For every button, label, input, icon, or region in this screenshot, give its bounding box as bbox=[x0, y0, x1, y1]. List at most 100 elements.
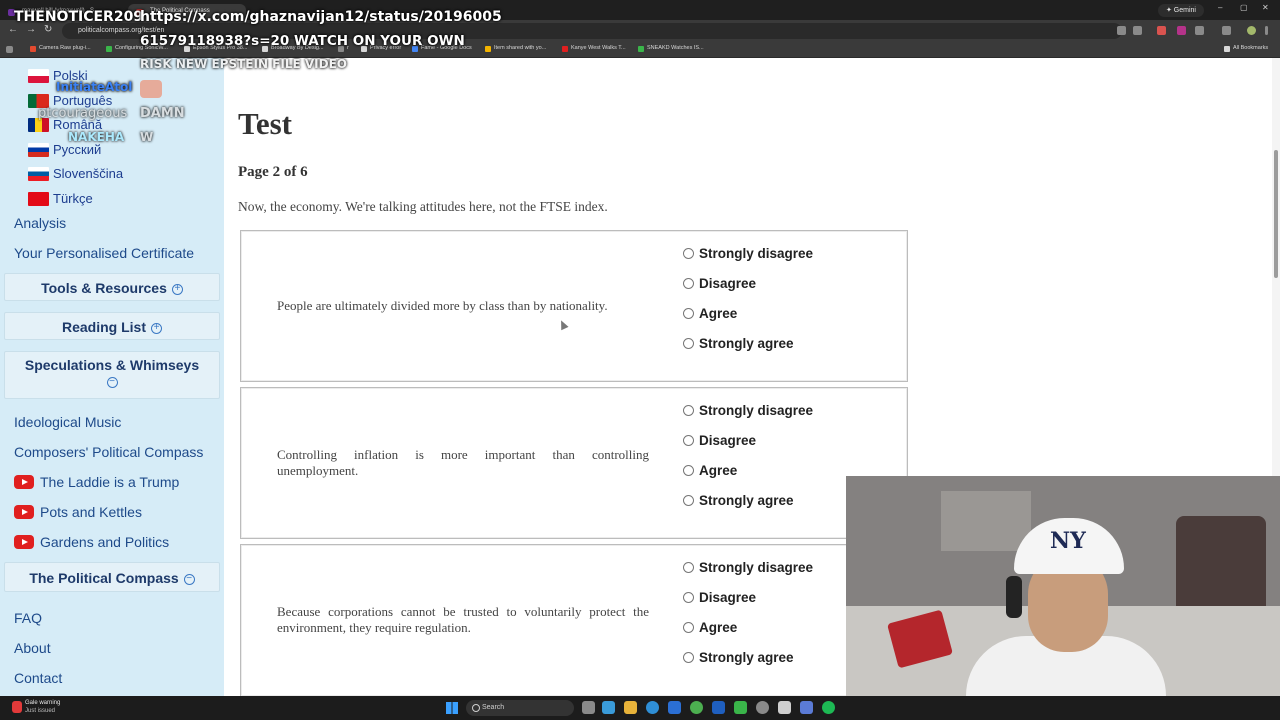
reload-icon[interactable]: ↻ bbox=[44, 25, 52, 35]
question-card: Because corporations cannot be trusted t… bbox=[240, 544, 908, 696]
weather-warning-subtitle: Just issued bbox=[25, 708, 56, 714]
scrollbar-thumb[interactable] bbox=[1274, 150, 1278, 278]
collapse-minus-icon[interactable]: − bbox=[183, 573, 195, 585]
page-indicator: Page 2 of 6 bbox=[238, 164, 308, 180]
sidebar: Polski Português Română Русский Slovenšč… bbox=[0, 58, 224, 696]
question-card: Controlling inflation is more important … bbox=[240, 387, 908, 539]
all-bookmarks[interactable]: All Bookmarks bbox=[1224, 45, 1268, 52]
ideological-music-link[interactable]: Ideological Music bbox=[14, 414, 121, 430]
overlay-courageous: ptcourageous bbox=[38, 106, 128, 121]
question-text: People are ultimately divided more by cl… bbox=[277, 298, 608, 313]
bookmark-star-icon[interactable] bbox=[1133, 26, 1142, 35]
bookmark-item[interactable]: Camera Raw plug-i... bbox=[30, 45, 91, 52]
menu-kebab-icon[interactable] bbox=[1265, 26, 1268, 35]
expand-plus-icon[interactable]: + bbox=[171, 283, 183, 295]
tools-resources-section[interactable]: Tools & Resources + bbox=[4, 273, 220, 301]
task-view-icon[interactable] bbox=[582, 701, 595, 714]
tools-resources-label: Tools & Resources + bbox=[5, 280, 219, 296]
xbox-icon[interactable] bbox=[734, 701, 747, 714]
extensions-puzzle-icon[interactable] bbox=[1195, 26, 1204, 35]
overlay-message-secondary: RISK NEW EPSTEIN FILE VIDEO bbox=[140, 57, 347, 71]
bookmark-item[interactable]: Kanye West Walks T... bbox=[562, 45, 626, 52]
expand-plus-icon[interactable]: + bbox=[151, 322, 162, 334]
page-title: Test bbox=[238, 106, 292, 141]
headphones-icon bbox=[1006, 576, 1022, 618]
political-compass-label: The Political Compass − bbox=[5, 570, 219, 586]
bookmark-icon bbox=[30, 46, 36, 52]
bookmark-item[interactable]: SNEAKD Watches IS... bbox=[638, 45, 704, 52]
bookmark-icon bbox=[106, 46, 112, 52]
windows-taskbar: Gale warning Just issued Search bbox=[0, 696, 1280, 720]
apps-grid-icon[interactable] bbox=[6, 46, 13, 53]
edge-icon[interactable] bbox=[646, 701, 659, 714]
overlay-w: W bbox=[140, 130, 154, 144]
radio-button[interactable] bbox=[683, 495, 694, 506]
maximize-icon[interactable]: ▢ bbox=[1240, 3, 1248, 12]
store-icon[interactable] bbox=[668, 701, 681, 714]
poland-flag-icon bbox=[28, 69, 49, 83]
overlay-username: THENOTICER209 bbox=[14, 9, 144, 25]
close-icon[interactable]: ✕ bbox=[1262, 3, 1269, 12]
taskbar-search[interactable]: Search bbox=[466, 700, 574, 716]
radio-button[interactable] bbox=[683, 278, 694, 289]
file-explorer-icon[interactable] bbox=[624, 701, 637, 714]
collapse-minus-icon[interactable]: − bbox=[106, 376, 118, 388]
radio-button[interactable] bbox=[683, 435, 694, 446]
youtube-icon bbox=[14, 505, 34, 519]
radio-button[interactable] bbox=[683, 592, 694, 603]
contact-link[interactable]: Contact bbox=[14, 670, 62, 686]
copilot-icon[interactable] bbox=[602, 701, 615, 714]
cap-logo: NY bbox=[1050, 528, 1086, 554]
overlay-initiate: InitiateAtol bbox=[56, 80, 133, 94]
composers-compass-link[interactable]: Composers' Political Compass bbox=[14, 444, 203, 460]
political-compass-section[interactable]: The Political Compass − bbox=[4, 562, 220, 592]
youtube-icon bbox=[14, 535, 34, 549]
spotify-icon[interactable] bbox=[822, 701, 835, 714]
webcam-background-clothes bbox=[1176, 516, 1266, 616]
app-icon[interactable] bbox=[778, 701, 791, 714]
webcam-person: NY bbox=[966, 516, 1166, 696]
intro-text: Now, the economy. We're talking attitude… bbox=[238, 199, 608, 214]
settings-gear-icon[interactable] bbox=[756, 701, 769, 714]
russia-flag-icon bbox=[28, 143, 49, 157]
weather-warning-icon[interactable] bbox=[12, 701, 22, 713]
radio-button[interactable] bbox=[683, 405, 694, 416]
speculations-label: Speculations & Whimseys bbox=[24, 357, 200, 373]
bookmark-icon bbox=[485, 46, 491, 52]
overlay-emote-icon bbox=[140, 80, 162, 98]
minimize-icon[interactable]: – bbox=[1218, 3, 1222, 12]
app-icon[interactable] bbox=[800, 701, 813, 714]
bookmark-item[interactable]: Item shared with yo... bbox=[485, 45, 546, 52]
question-text: Because corporations cannot be trusted t… bbox=[277, 604, 649, 635]
radio-button[interactable] bbox=[683, 308, 694, 319]
gemini-button[interactable]: ✦ Gemini bbox=[1158, 4, 1204, 17]
radio-button[interactable] bbox=[683, 562, 694, 573]
certificate-link[interactable]: Your Personalised Certificate bbox=[14, 245, 194, 261]
windows-start-icon[interactable] bbox=[446, 702, 458, 714]
radio-button[interactable] bbox=[683, 652, 694, 663]
faq-link[interactable]: FAQ bbox=[14, 610, 42, 626]
zoom-icon[interactable] bbox=[1117, 26, 1126, 35]
reading-list-label: Reading List + bbox=[5, 319, 219, 335]
speculations-section[interactable]: Speculations & Whimseys − bbox=[4, 351, 220, 399]
profile-avatar-icon[interactable] bbox=[1247, 26, 1256, 35]
overlay-nakeha: NAKEHA bbox=[68, 130, 125, 144]
sidebar-toggle-icon[interactable] bbox=[1222, 26, 1231, 35]
bookmark-icon bbox=[562, 46, 568, 52]
app-icon[interactable] bbox=[712, 701, 725, 714]
analysis-link[interactable]: Analysis bbox=[14, 215, 66, 231]
about-link[interactable]: About bbox=[14, 640, 51, 656]
weather-warning-title[interactable]: Gale warning bbox=[25, 700, 60, 706]
question-text: Controlling inflation is more important … bbox=[277, 447, 649, 478]
slovenia-flag-icon bbox=[28, 167, 49, 181]
back-icon[interactable]: ← bbox=[8, 25, 18, 35]
chrome-icon[interactable] bbox=[690, 701, 703, 714]
radio-button[interactable] bbox=[683, 338, 694, 349]
extension-icon[interactable] bbox=[1157, 26, 1166, 35]
forward-icon[interactable]: → bbox=[26, 25, 36, 35]
radio-button[interactable] bbox=[683, 465, 694, 476]
reading-list-section[interactable]: Reading List + bbox=[4, 312, 220, 340]
radio-button[interactable] bbox=[683, 248, 694, 259]
radio-button[interactable] bbox=[683, 622, 694, 633]
extension-icon[interactable] bbox=[1177, 26, 1186, 35]
